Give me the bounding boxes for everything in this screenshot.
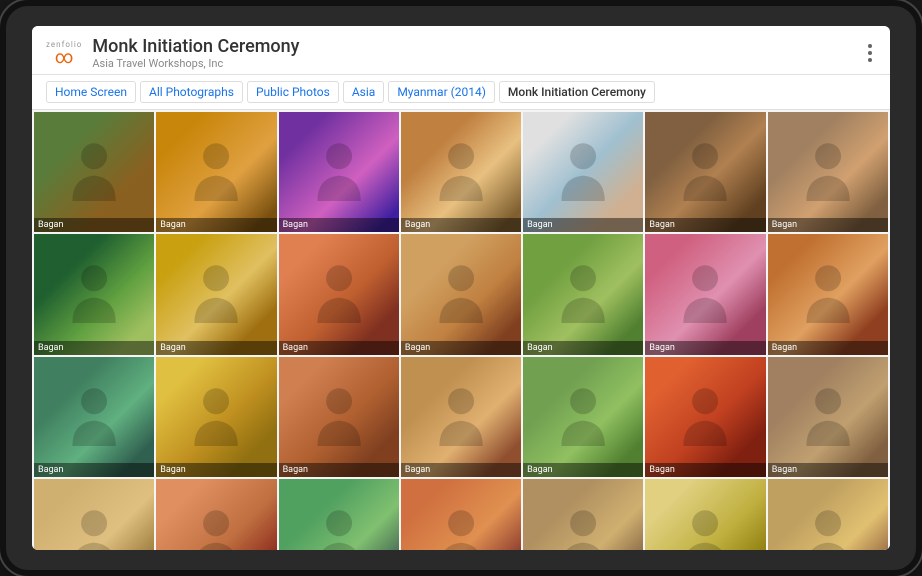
list-item[interactable]: Bagan [523,112,643,232]
breadcrumb: Home ScreenAll PhotographsPublic PhotosA… [32,75,890,110]
list-item[interactable]: Bagan [156,479,276,550]
list-item[interactable]: Bagan [279,357,399,477]
list-item[interactable]: Bagan [156,112,276,232]
photo-silhouette [156,234,276,354]
list-item[interactable]: Bagan [768,234,888,354]
breadcrumb-item[interactable]: Myanmar (2014) [388,81,495,103]
photo-silhouette [645,357,765,477]
photo-silhouette [279,479,399,550]
breadcrumb-item[interactable]: All Photographs [140,81,243,103]
photo-location-label: Bagan [768,341,888,355]
photo-silhouette [34,112,154,232]
photo-silhouette [34,357,154,477]
list-item[interactable]: Bagan [156,357,276,477]
breadcrumb-item[interactable]: Public Photos [247,81,339,103]
photo-location-label: Bagan [156,218,276,232]
list-item[interactable]: Bagan [401,479,521,550]
photo-location-label: Bagan [156,341,276,355]
list-item[interactable]: Bagan [279,234,399,354]
menu-dot-2 [868,51,872,55]
photo-silhouette [279,112,399,232]
zenfolio-logo: zenfolio ∞ [46,40,82,67]
breadcrumb-item[interactable]: Asia [343,81,384,103]
photo-location-label: Bagan [645,341,765,355]
header-left: zenfolio ∞ Monk Initiation Ceremony Asia… [46,36,299,70]
photo-location-label: Bagan [523,341,643,355]
photo-location-label: Bagan [645,463,765,477]
header-title-group: Monk Initiation Ceremony Asia Travel Wor… [92,36,299,70]
list-item[interactable]: Bagan [401,357,521,477]
zenfolio-infinity-icon: ∞ [55,49,74,67]
list-item[interactable]: Bagan [523,357,643,477]
photo-silhouette [279,357,399,477]
photo-silhouette [768,234,888,354]
photo-silhouette [279,234,399,354]
photo-silhouette [768,112,888,232]
more-options-button[interactable] [864,40,876,66]
header: zenfolio ∞ Monk Initiation Ceremony Asia… [32,26,890,75]
photo-location-label: Bagan [523,463,643,477]
photo-silhouette [401,357,521,477]
photo-silhouette [156,479,276,550]
list-item[interactable]: Bagan [768,357,888,477]
list-item[interactable]: Bagan [34,479,154,550]
photo-location-label: Bagan [34,341,154,355]
photo-silhouette [523,112,643,232]
list-item[interactable]: Bagan [645,112,765,232]
photo-location-label: Bagan [401,463,521,477]
photo-silhouette [401,234,521,354]
photo-silhouette [523,357,643,477]
photo-location-label: Bagan [34,463,154,477]
photo-silhouette [401,112,521,232]
photo-location-label: Bagan [768,463,888,477]
list-item[interactable]: Bagan [401,234,521,354]
photo-grid-container[interactable]: Bagan Bagan Bagan Bagan Bagan Bagan Baga… [32,110,890,550]
photo-silhouette [768,357,888,477]
photo-location-label: Bagan [279,463,399,477]
list-item[interactable]: Bagan [279,479,399,550]
list-item[interactable]: Bagan [401,112,521,232]
photo-silhouette [523,234,643,354]
photo-silhouette [768,479,888,550]
photo-silhouette [34,234,154,354]
list-item[interactable]: Bagan [34,357,154,477]
photo-silhouette [156,112,276,232]
menu-dot-3 [868,58,872,62]
photo-silhouette [645,479,765,550]
menu-dot-1 [868,44,872,48]
list-item[interactable]: Bagan [645,234,765,354]
breadcrumb-item[interactable]: Home Screen [46,81,136,103]
list-item[interactable]: Bagan [768,112,888,232]
list-item[interactable]: Bagan [34,112,154,232]
list-item[interactable]: Bagan [523,479,643,550]
photo-silhouette [401,479,521,550]
breadcrumb-item[interactable]: Monk Initiation Ceremony [499,81,655,103]
list-item[interactable]: Bagan [34,234,154,354]
photo-silhouette [523,479,643,550]
device-screen: zenfolio ∞ Monk Initiation Ceremony Asia… [32,26,890,550]
photo-silhouette [34,479,154,550]
photo-location-label: Bagan [401,341,521,355]
photo-silhouette [156,357,276,477]
photo-location-label: Bagan [279,218,399,232]
photo-location-label: Bagan [768,218,888,232]
page-subtitle: Asia Travel Workshops, Inc [92,57,299,70]
photo-grid: Bagan Bagan Bagan Bagan Bagan Bagan Baga… [32,110,890,550]
device-frame: zenfolio ∞ Monk Initiation Ceremony Asia… [0,0,922,576]
photo-location-label: Bagan [34,218,154,232]
photo-location-label: Bagan [156,463,276,477]
list-item[interactable]: Bagan [645,479,765,550]
photo-silhouette [645,234,765,354]
list-item[interactable]: Bagan [523,234,643,354]
list-item[interactable]: Bagan [768,479,888,550]
list-item[interactable]: Bagan [156,234,276,354]
photo-location-label: Bagan [645,218,765,232]
photo-location-label: Bagan [279,341,399,355]
list-item[interactable]: Bagan [279,112,399,232]
photo-location-label: Bagan [523,218,643,232]
photo-location-label: Bagan [401,218,521,232]
page-title: Monk Initiation Ceremony [92,36,299,57]
photo-silhouette [645,112,765,232]
list-item[interactable]: Bagan [645,357,765,477]
